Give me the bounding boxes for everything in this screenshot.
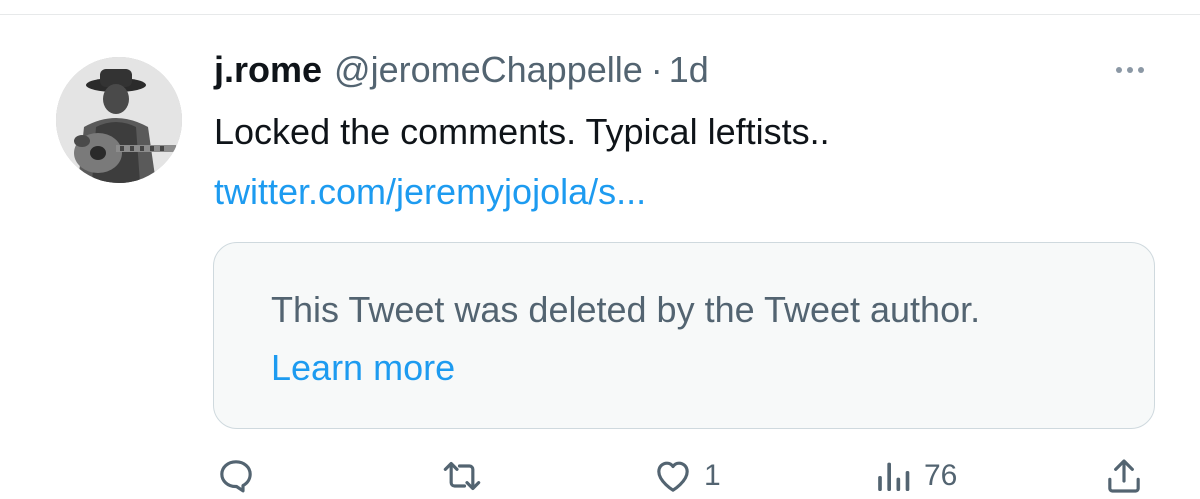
more-dot xyxy=(1138,67,1144,73)
retweet-button[interactable] xyxy=(440,456,484,496)
more-dot xyxy=(1116,67,1122,73)
timestamp[interactable]: 1d xyxy=(669,48,709,92)
tweet-text: Locked the comments. Typical leftists.. xyxy=(214,111,830,152)
views-count: 76 xyxy=(924,459,958,492)
user-handle[interactable]: @jeromeChappelle xyxy=(334,48,643,92)
reply-icon xyxy=(220,460,252,493)
share-button[interactable] xyxy=(1104,456,1144,496)
display-name[interactable]: j.rome xyxy=(214,48,322,92)
bar-chart-icon xyxy=(878,462,910,491)
top-divider xyxy=(0,14,1200,15)
deleted-message-text: This Tweet was deleted by the Tweet auth… xyxy=(271,289,981,330)
deleted-tweet-message: This Tweet was deleted by the Tweet auth… xyxy=(271,281,1031,397)
more-options-icon[interactable] xyxy=(1108,60,1152,80)
tweet-header: j.rome @jeromeChappelle · 1d xyxy=(214,48,709,92)
retweet-icon xyxy=(443,461,481,491)
tweet-link[interactable]: twitter.com/jeremyjojola/s... xyxy=(214,170,646,214)
quoted-tweet-placeholder: This Tweet was deleted by the Tweet auth… xyxy=(213,242,1155,429)
share-icon xyxy=(1108,459,1140,493)
avatar[interactable] xyxy=(56,57,182,183)
like-button[interactable]: 1 xyxy=(652,456,721,496)
heart-icon xyxy=(657,461,689,492)
separator-dot: · xyxy=(650,49,663,90)
like-count: 1 xyxy=(704,459,721,492)
reply-button[interactable] xyxy=(216,456,256,496)
views-button[interactable]: 76 xyxy=(874,456,957,496)
learn-more-link[interactable]: Learn more xyxy=(271,347,455,388)
more-dot xyxy=(1127,67,1133,73)
tweet-actions-bar: 1 76 xyxy=(0,448,1200,499)
